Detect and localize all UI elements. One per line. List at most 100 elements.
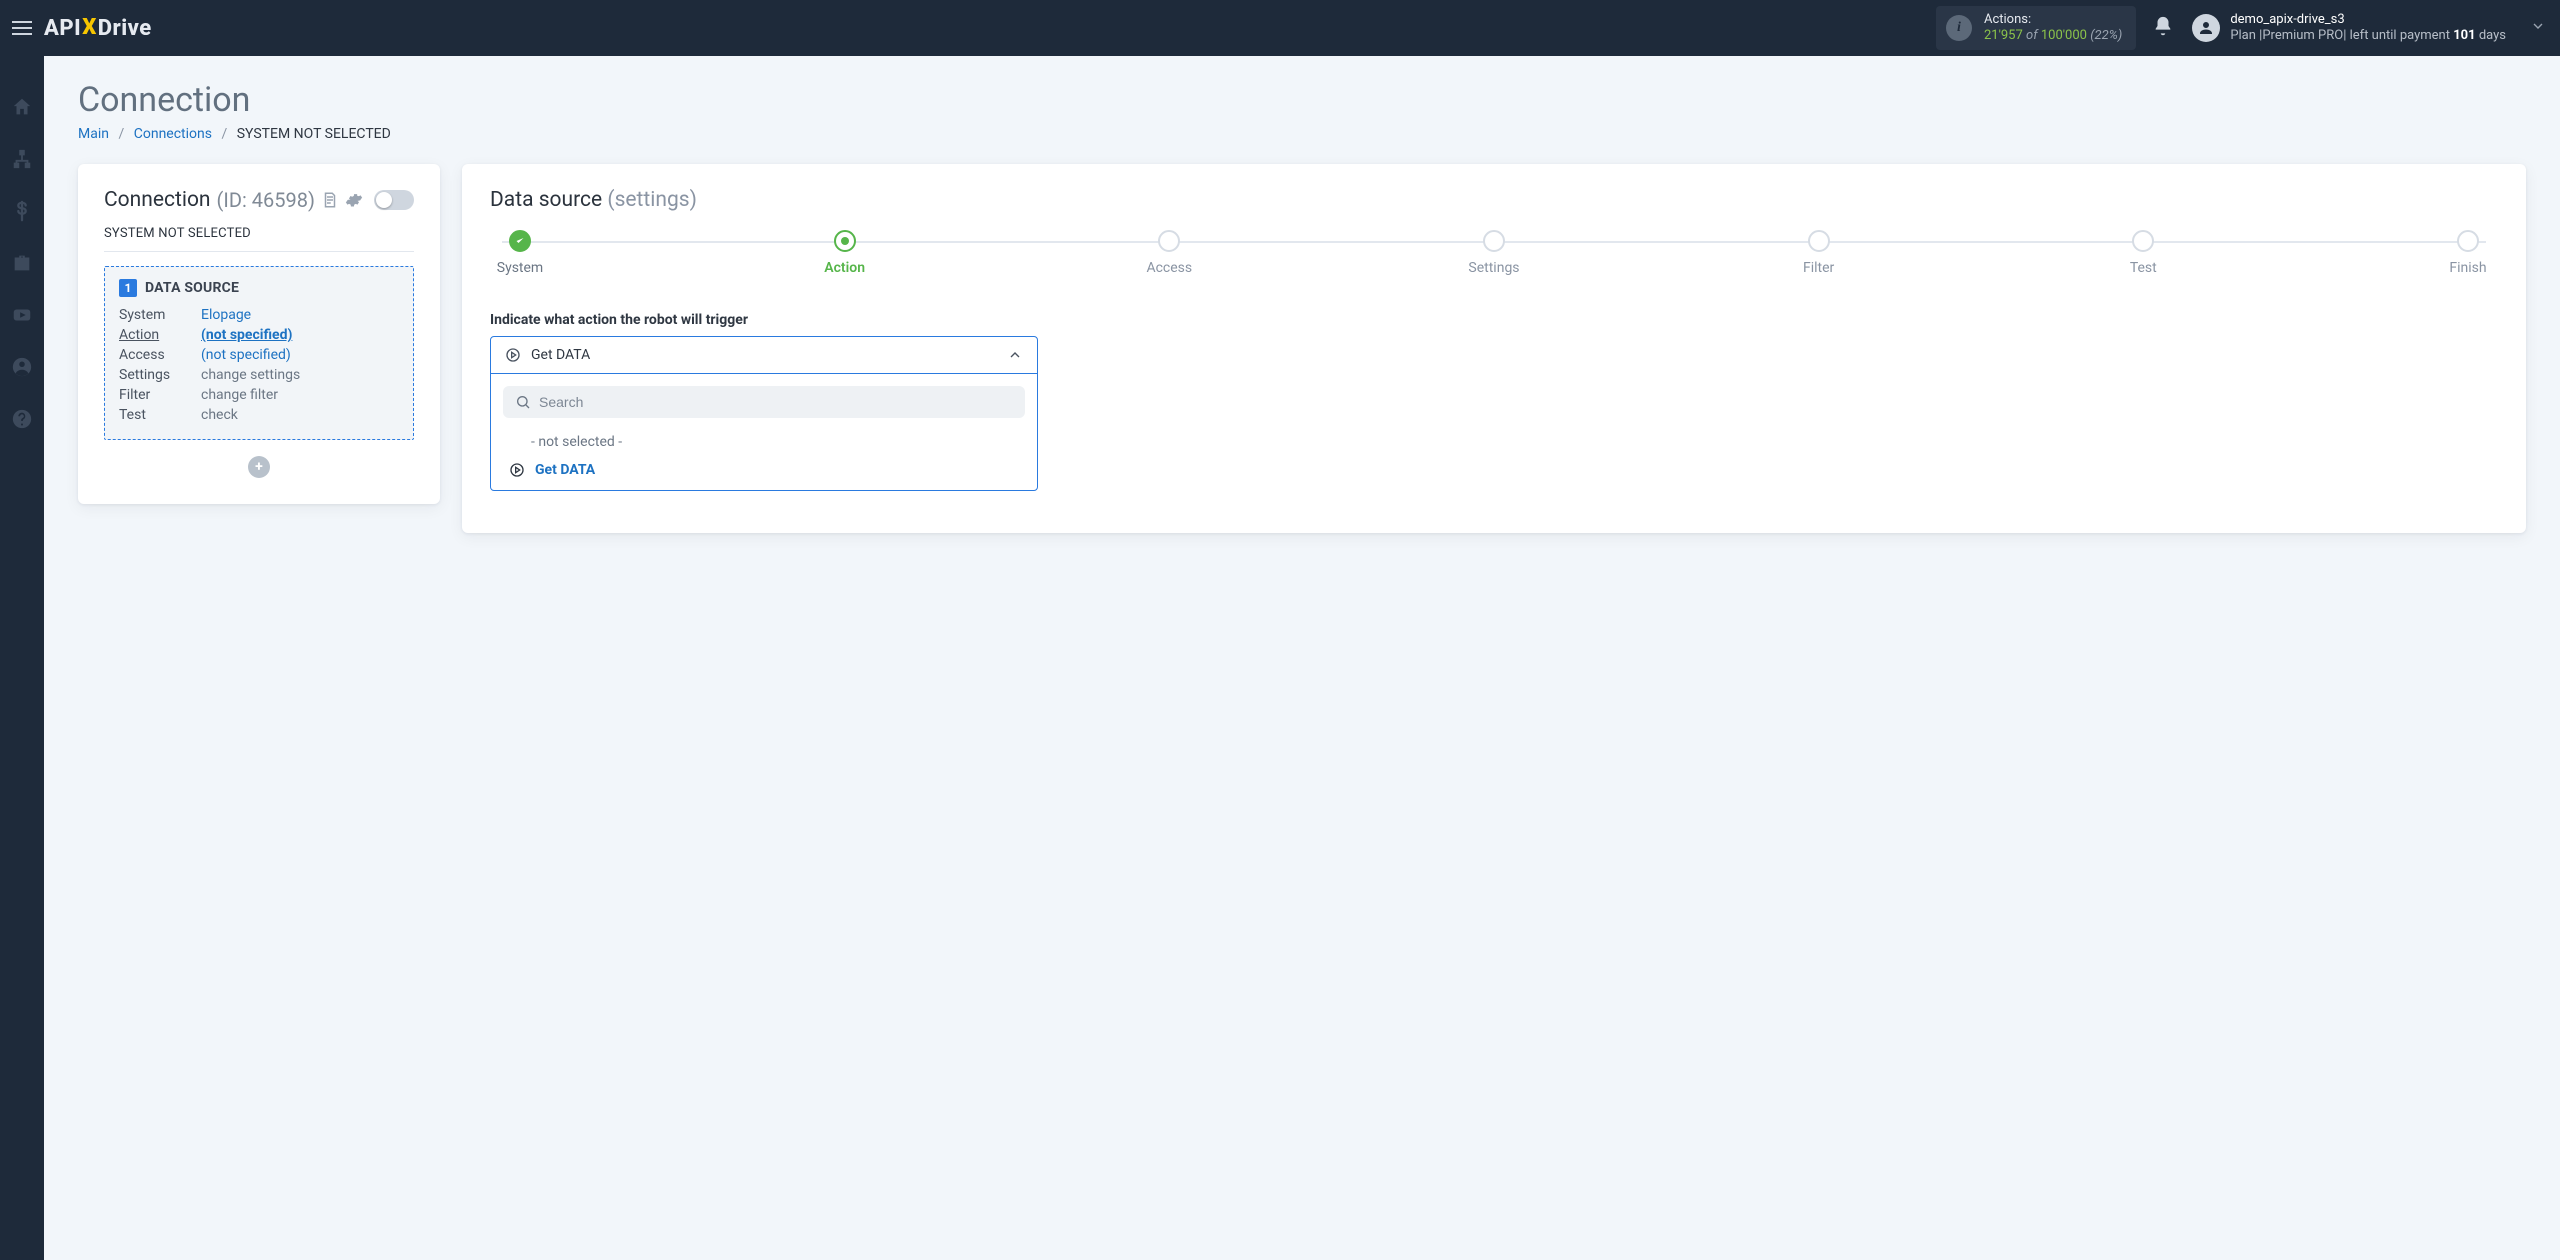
datasource-index: 1 bbox=[119, 279, 137, 297]
avatar-icon bbox=[2192, 14, 2220, 42]
connection-subtitle: SYSTEM NOT SELECTED bbox=[104, 226, 414, 252]
actions-text: Actions: 21'957 of 100'000 (22%) bbox=[1984, 12, 2122, 45]
home-icon[interactable] bbox=[11, 96, 33, 118]
step-label: System bbox=[497, 260, 543, 276]
notes-icon[interactable] bbox=[321, 191, 339, 209]
logo-pre: API bbox=[44, 16, 81, 41]
connection-id: (ID: 46598) bbox=[217, 188, 315, 212]
action-select-dropdown: - not selected - Get DATA bbox=[491, 373, 1037, 490]
row-filter-k: Filter bbox=[119, 387, 201, 403]
actions-of: of bbox=[2026, 28, 2038, 43]
step-settings[interactable]: Settings bbox=[1464, 230, 1524, 276]
breadcrumb-main[interactable]: Main bbox=[78, 126, 109, 142]
step-label: Settings bbox=[1468, 260, 1519, 276]
left-rail bbox=[0, 56, 44, 1260]
settings-card: Data source (settings) System Action bbox=[462, 164, 2526, 533]
step-action[interactable]: Action bbox=[815, 230, 875, 276]
actions-pct: (22%) bbox=[2090, 28, 2122, 43]
settings-heading-muted: (settings) bbox=[607, 188, 697, 212]
plan-mid: | left until payment bbox=[2343, 28, 2453, 43]
actions-used: 21'957 bbox=[1984, 28, 2023, 43]
sitemap-icon[interactable] bbox=[11, 148, 33, 170]
row-settings-k: Settings bbox=[119, 367, 201, 383]
step-system[interactable]: System bbox=[490, 230, 550, 276]
dollar-icon[interactable] bbox=[11, 200, 33, 222]
menu-toggle[interactable] bbox=[10, 16, 34, 40]
enable-toggle[interactable] bbox=[374, 190, 414, 210]
step-dot-active-icon bbox=[834, 230, 856, 252]
logo-post: Drive bbox=[98, 16, 152, 41]
action-search-input[interactable] bbox=[539, 394, 1013, 410]
row-action-v[interactable]: (not specified) bbox=[201, 327, 399, 343]
page-title: Connection bbox=[78, 80, 2526, 120]
user-text: demo_apix-drive_s3 Plan |Premium PRO| le… bbox=[2230, 12, 2506, 45]
plan-prefix: Plan | bbox=[2230, 28, 2262, 43]
briefcase-icon[interactable] bbox=[11, 252, 33, 274]
video-icon[interactable] bbox=[11, 304, 33, 326]
user-menu[interactable]: demo_apix-drive_s3 Plan |Premium PRO| le… bbox=[2192, 12, 2506, 45]
chevron-down-icon[interactable] bbox=[2530, 18, 2546, 38]
add-datadest-button[interactable]: + bbox=[248, 456, 270, 478]
step-dot-icon bbox=[1808, 230, 1830, 252]
row-access-v[interactable]: (not specified) bbox=[201, 347, 399, 363]
action-search[interactable] bbox=[503, 386, 1025, 418]
connection-card: Connection (ID: 46598) SYSTEM NOT SELECT… bbox=[78, 164, 440, 504]
actions-counter[interactable]: i Actions: 21'957 of 100'000 (22%) bbox=[1936, 6, 2136, 51]
step-access[interactable]: Access bbox=[1139, 230, 1199, 276]
connection-title: Connection bbox=[104, 188, 211, 212]
step-finish[interactable]: Finish bbox=[2438, 230, 2498, 276]
action-option-getdata[interactable]: Get DATA bbox=[503, 456, 1025, 484]
row-action-k: Action bbox=[119, 327, 201, 343]
step-label: Access bbox=[1146, 260, 1192, 276]
user-name: demo_apix-drive_s3 bbox=[2230, 12, 2506, 28]
info-icon: i bbox=[1946, 15, 1972, 41]
logo-x: X bbox=[81, 15, 98, 40]
step-dot-icon bbox=[2132, 230, 2154, 252]
plan-days: 101 bbox=[2453, 28, 2475, 43]
breadcrumb-current: SYSTEM NOT SELECTED bbox=[237, 126, 391, 142]
row-settings-v[interactable]: change settings bbox=[201, 367, 399, 383]
plan-name: Premium PRO bbox=[2262, 28, 2343, 43]
datasource-box[interactable]: 1 DATA SOURCE System Elopage Action (not… bbox=[104, 266, 414, 440]
row-access-k: Access bbox=[119, 347, 201, 363]
action-field-label: Indicate what action the robot will trig… bbox=[490, 312, 2498, 328]
user-circle-icon[interactable] bbox=[11, 356, 33, 378]
step-test[interactable]: Test bbox=[2113, 230, 2173, 276]
actions-label: Actions: bbox=[1984, 12, 2122, 28]
step-dot-done-icon bbox=[509, 230, 531, 252]
gear-icon[interactable] bbox=[345, 191, 363, 209]
play-icon bbox=[509, 462, 525, 478]
topbar: APIXDrive i Actions: 21'957 of 100'000 (… bbox=[0, 0, 2560, 56]
settings-heading: Data source bbox=[490, 188, 602, 212]
breadcrumb-connections[interactable]: Connections bbox=[134, 126, 212, 142]
search-icon bbox=[515, 394, 531, 410]
chevron-up-icon bbox=[1007, 347, 1023, 363]
step-filter[interactable]: Filter bbox=[1789, 230, 1849, 276]
row-test-k: Test bbox=[119, 407, 201, 423]
action-select-head[interactable]: Get DATA bbox=[491, 337, 1037, 373]
row-filter-v[interactable]: change filter bbox=[201, 387, 399, 403]
logo[interactable]: APIXDrive bbox=[44, 16, 152, 41]
action-select-value: Get DATA bbox=[531, 347, 997, 363]
row-system-k: System bbox=[119, 307, 201, 323]
play-icon bbox=[505, 347, 521, 363]
plan-days-suffix: days bbox=[2476, 28, 2506, 43]
step-label: Action bbox=[824, 260, 865, 276]
action-select[interactable]: Get DATA - not selected - bbox=[490, 336, 1038, 491]
stepper: System Action Access Settings bbox=[490, 230, 2498, 276]
step-label: Test bbox=[2130, 260, 2157, 276]
step-dot-icon bbox=[1158, 230, 1180, 252]
action-option-none[interactable]: - not selected - bbox=[503, 428, 1025, 456]
page: Connection Main / Connections / SYSTEM N… bbox=[44, 56, 2560, 1260]
row-system-v[interactable]: Elopage bbox=[201, 307, 399, 323]
row-test-v[interactable]: check bbox=[201, 407, 399, 423]
notifications-icon[interactable] bbox=[2152, 15, 2174, 41]
step-dot-icon bbox=[1483, 230, 1505, 252]
step-label: Filter bbox=[1803, 260, 1834, 276]
help-icon[interactable] bbox=[11, 408, 33, 430]
step-dot-icon bbox=[2457, 230, 2479, 252]
actions-total: 100'000 bbox=[2041, 28, 2087, 43]
breadcrumb: Main / Connections / SYSTEM NOT SELECTED bbox=[78, 126, 2526, 142]
datasource-title: DATA SOURCE bbox=[145, 280, 239, 296]
step-label: Finish bbox=[2449, 260, 2486, 276]
